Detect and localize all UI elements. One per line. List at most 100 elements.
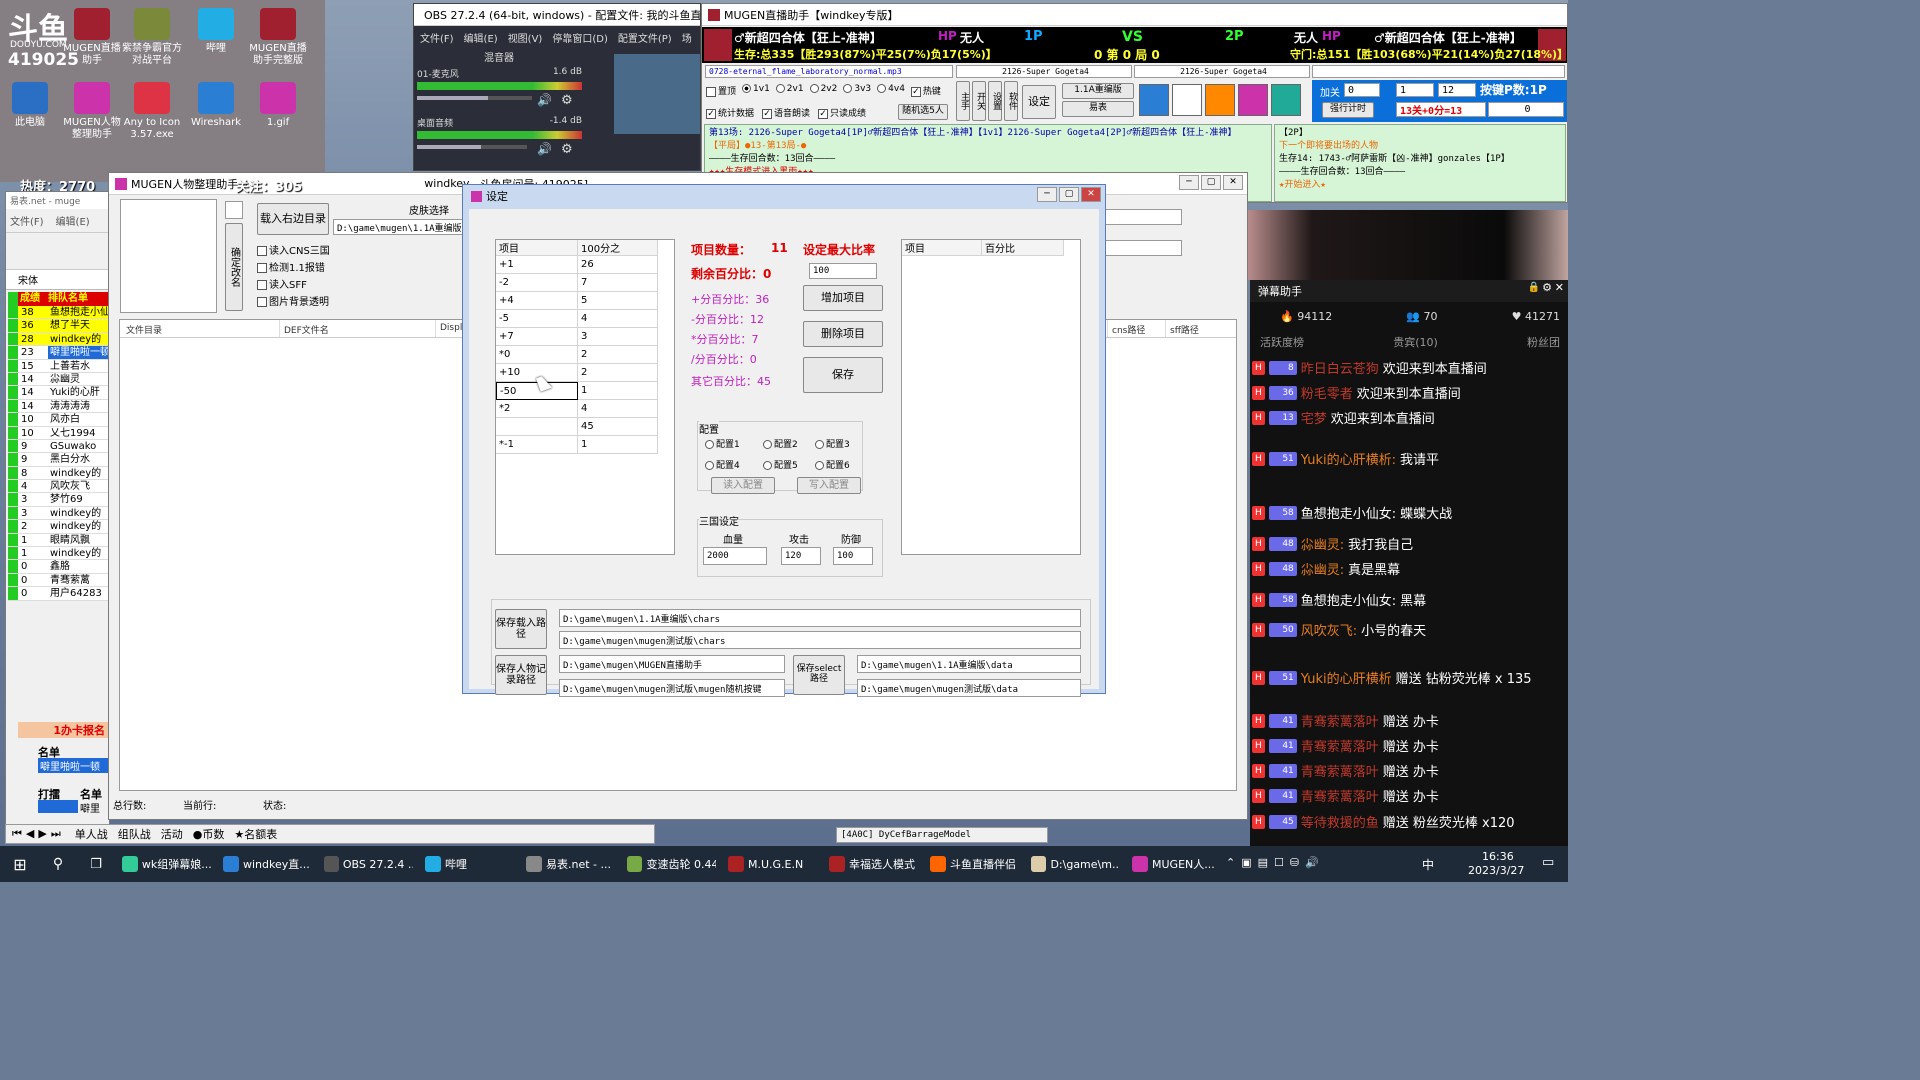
queue-menu-edit[interactable]: 编辑(E) [56, 213, 90, 228]
close-icon[interactable]: ✕ [1223, 175, 1243, 190]
taskbar-app[interactable]: 易表.net - ... [520, 846, 621, 882]
mode-3v3[interactable]: 3v3 [843, 84, 871, 97]
dir-path-field[interactable]: D:\game\mugen\1.1A重编版\c [333, 219, 463, 235]
desktop-icon[interactable]: 哔哩 [186, 8, 246, 55]
tab-single[interactable]: 单人战 [75, 826, 108, 842]
desktop-icon[interactable]: 1.gif [248, 82, 308, 129]
desktop-icon[interactable]: MUGEN人物整理助手 [62, 82, 122, 141]
item-cell[interactable]: -50 [496, 382, 578, 400]
queue-row[interactable]: 0 鑫胳 [8, 560, 109, 574]
queue-row[interactable]: 10 风亦白 [8, 413, 109, 427]
obs-menu-scene[interactable]: 场 [682, 30, 692, 45]
queue-row[interactable]: 10 乂七1994 [8, 426, 109, 440]
desktop-icon[interactable]: MUGEN直播助手完整版 [248, 8, 308, 67]
spin-2[interactable]: 12 [1438, 83, 1476, 97]
tts-check[interactable]: ✓ 语音朗读 [762, 106, 810, 119]
taskbar-app[interactable]: wk组弹幕娘... [116, 846, 217, 882]
chat-message[interactable]: H 51 Yuki的心肝横析 赠送 钻粉荧光棒 x 135 [1252, 668, 1568, 687]
vert-btn-3[interactable]: 设置 [988, 81, 1002, 121]
chat-message[interactable]: H 48 尛幽灵: 我打我自己 [1252, 534, 1568, 553]
mode-2v2[interactable]: 2v2 [809, 84, 837, 97]
danmu-gear-icon[interactable]: ⚙ [1542, 281, 1552, 294]
chat-message[interactable]: H 41 青骞萦蓠落叶 赠送 办卡 [1252, 736, 1568, 755]
pass-field[interactable]: 0 [1344, 83, 1380, 97]
queue-row[interactable]: 14 尛幽灵 [8, 372, 109, 387]
err-check[interactable]: 检测1.1报错 [257, 260, 330, 277]
item-cell[interactable]: *0 [496, 346, 578, 364]
config-4[interactable]: 配置4 [705, 458, 763, 471]
next-log[interactable]: 【2P】 下一个即将要出场的人物 生存14: 1743-♂阿萨雷斯【凶-准神】g… [1274, 124, 1566, 202]
item-cell[interactable] [496, 418, 578, 436]
mode-4v4[interactable]: 4v4 [877, 84, 905, 97]
vert-btn-4[interactable]: 软件 [1004, 81, 1018, 121]
record-path-2[interactable]: D:\game\mugen\mugen测试版\mugen随机按键 [559, 679, 785, 697]
tool-icon-3[interactable] [1205, 84, 1235, 116]
desktop-icon[interactable]: MUGEN直播助手 [62, 8, 122, 67]
obs-menu-profile[interactable]: 配置文件(P) [618, 30, 672, 45]
pct-cell[interactable]: 1 [578, 382, 658, 400]
tray-icons[interactable]: ⌃▣▤☐⛁🔊 [1226, 856, 1325, 869]
obs-menu-file[interactable]: 文件(F) [420, 30, 454, 45]
config-6[interactable]: 配置6 [815, 458, 863, 471]
tool-icon-1[interactable] [1139, 84, 1169, 116]
save-record-path-button[interactable]: 保存人物记录路径 [495, 655, 547, 695]
obs-menu-edit[interactable]: 编辑(E) [464, 30, 498, 45]
config-3[interactable]: 配置3 [815, 437, 863, 450]
clock-time[interactable]: 16:36 [1482, 850, 1514, 863]
atk-field[interactable]: 120 [781, 547, 821, 565]
spin-1[interactable]: 1 [1396, 83, 1434, 97]
ratio-table[interactable]: 项目 百分比 [901, 239, 1081, 555]
nav-arrows[interactable]: ⏮◀▶⏭ [12, 827, 65, 841]
col-dir[interactable]: 文件目录 [120, 320, 280, 337]
add-item-button[interactable]: 增加项目 [803, 285, 883, 311]
pct-cell[interactable]: 7 [578, 274, 658, 292]
tool-icon-4[interactable] [1238, 84, 1268, 116]
queue-row[interactable]: 23 噼里啪啦一顿 [8, 346, 109, 360]
chat-message[interactable]: H 58 鱼想抱走小仙女: 蝶蝶大战 [1252, 503, 1568, 522]
queue-row[interactable]: 3 梦竹69 [8, 493, 109, 507]
chat-message[interactable]: H 50 风吹灰飞: 小号的春天 [1252, 620, 1568, 639]
chat-message[interactable]: H 36 粉毛零者 欢迎来到本直播间 [1252, 383, 1568, 402]
tool-icon-5[interactable] [1271, 84, 1301, 116]
min-icon[interactable]: ─ [1179, 175, 1199, 190]
pct-cell[interactable]: 2 [578, 346, 658, 364]
dialog-max-icon[interactable]: ▢ [1059, 187, 1079, 202]
max-ratio-field[interactable]: 100 [809, 263, 877, 279]
record-path-1[interactable]: D:\game\mugen\MUGEN直播助手 [559, 655, 785, 673]
col-cns[interactable]: cns路径 [1108, 320, 1166, 337]
queue-row[interactable]: 0 青骞萦蓠 [8, 573, 109, 588]
start-icon[interactable]: ⊞ [0, 855, 40, 874]
ime-label[interactable]: 中 [1422, 856, 1434, 873]
item-cell[interactable]: +7 [496, 328, 578, 346]
queue-row[interactable]: 8 windkey的 [8, 466, 109, 481]
stats-check[interactable]: ✓ 统计数据 [706, 106, 754, 119]
tool-icon-2[interactable] [1172, 84, 1202, 116]
chat-message[interactable]: H 48 尛幽灵: 真是黑幕 [1252, 559, 1568, 578]
chat-message[interactable]: H 51 Yuki的心肝横析: 我请平 [1252, 449, 1568, 468]
queue-row[interactable]: 3 windkey的 [8, 506, 109, 521]
dialog-min-icon[interactable]: ─ [1037, 187, 1057, 202]
taskbar-app[interactable]: OBS 27.2.4 ... [318, 846, 419, 882]
chat-message[interactable]: H 13 宅梦 欢迎来到本直播间 [1252, 408, 1568, 427]
select-path-1[interactable]: D:\game\mugen\1.1A重编版\data [857, 655, 1081, 673]
clock-date[interactable]: 2023/3/27 [1468, 864, 1524, 877]
item-cell[interactable]: *2 [496, 400, 578, 418]
item-cell[interactable]: *-1 [496, 436, 578, 454]
chat-message[interactable]: H 41 青骞萦蓠落叶 赠送 办卡 [1252, 761, 1568, 780]
taskbar-app[interactable]: 哔哩 [419, 846, 520, 882]
mode-2v1[interactable]: 2v1 [775, 84, 804, 97]
obs-menu-view[interactable]: 视图(V) [508, 30, 543, 45]
chat-message[interactable]: H 41 青骞萦蓠落叶 赠送 办卡 [1252, 786, 1568, 805]
chat-message[interactable]: H 41 青骞萦蓠落叶 赠送 办卡 [1252, 711, 1568, 730]
pct-cell[interactable]: 1 [578, 436, 658, 454]
desktop-icon[interactable]: Wireshark [186, 82, 246, 129]
queue-row[interactable]: 28 windkey的 [8, 332, 109, 347]
config-2[interactable]: 配置2 [763, 437, 815, 450]
pct-cell[interactable]: 26 [578, 256, 658, 274]
queue-row[interactable]: 15 上善若水 [8, 359, 109, 373]
chat-message[interactable]: H 45 等待救援的鱼 赠送 粉丝荧光棒 x120 [1252, 812, 1568, 831]
tab-coins[interactable]: ●币数 [193, 826, 225, 842]
obs-track-desktop-slider[interactable] [417, 145, 527, 149]
taskview-icon[interactable]: ❐ [76, 857, 116, 872]
obs-gear-icon-2[interactable]: ⚙ [561, 142, 573, 157]
